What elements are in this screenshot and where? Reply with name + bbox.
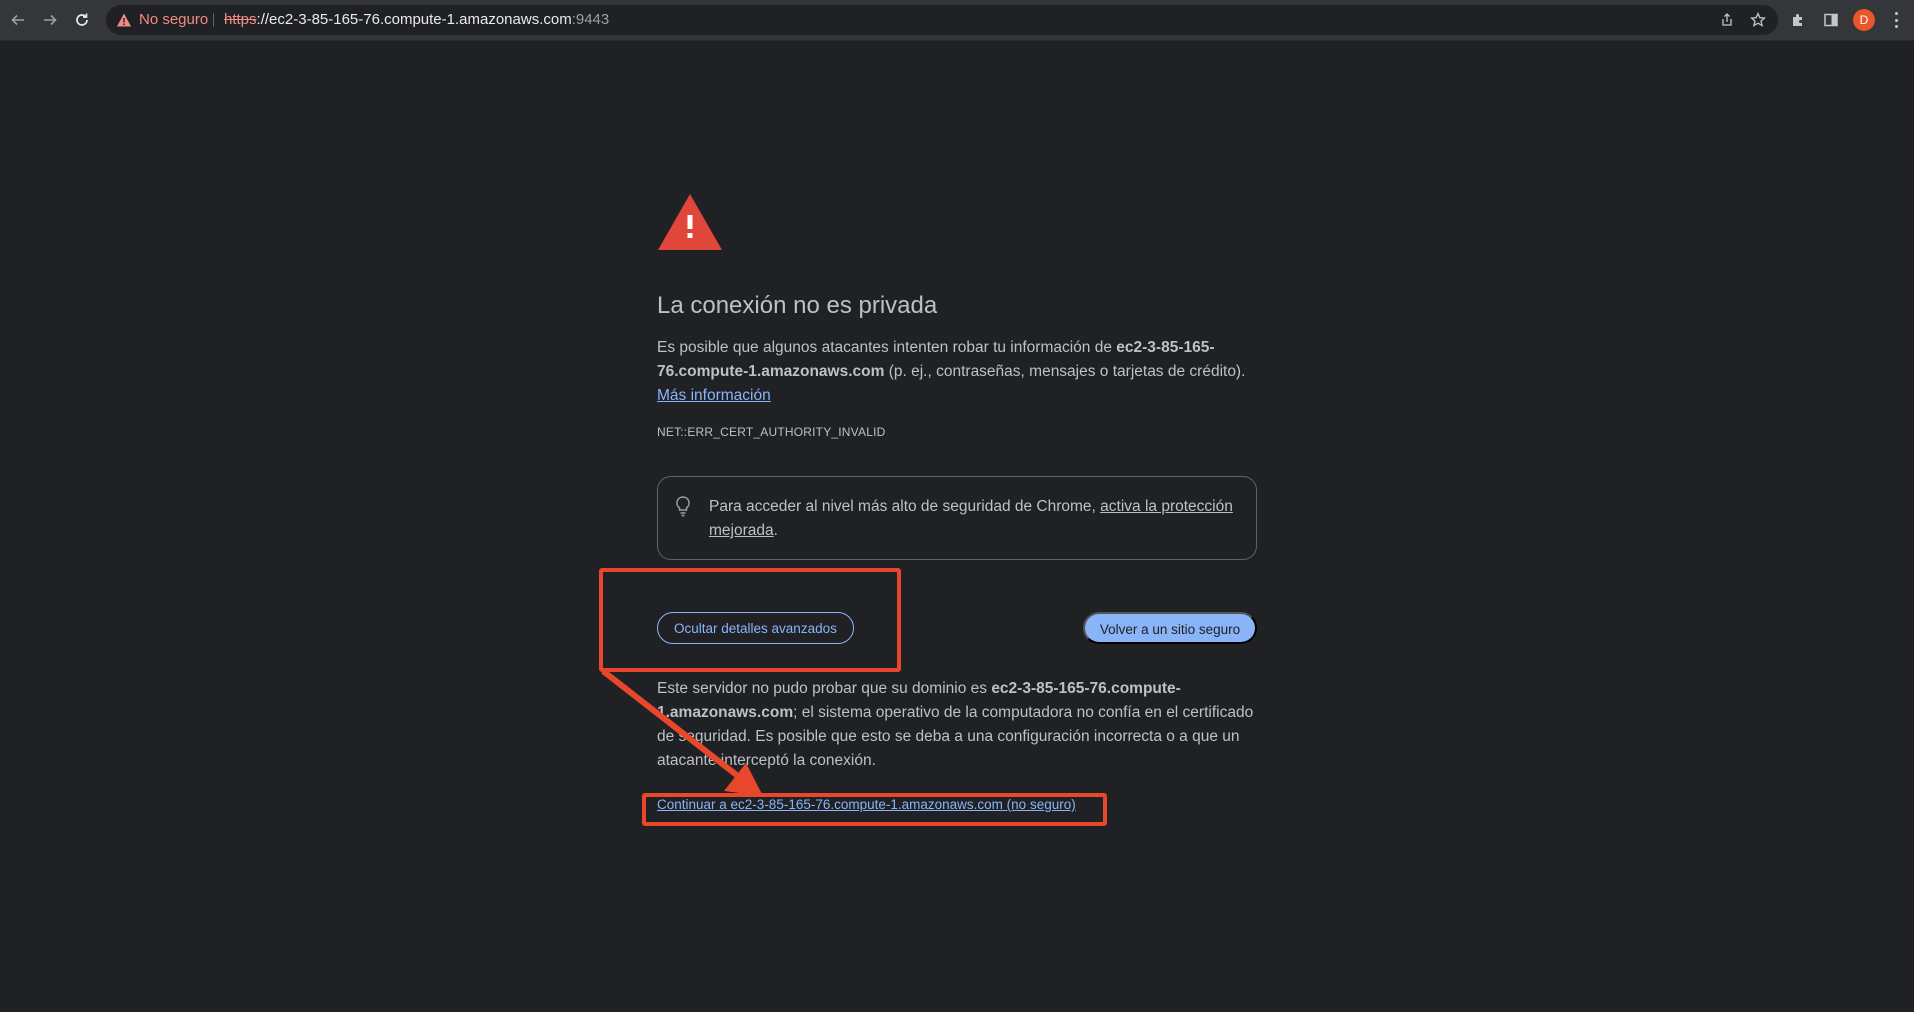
url-scheme: https xyxy=(224,11,257,28)
tip-text-start: Para acceder al nivel más alto de seguri… xyxy=(709,498,1101,515)
intro-text-end: (p. ej., contraseñas, mensajes o tarjeta… xyxy=(884,363,1246,380)
side-panel-icon[interactable] xyxy=(1820,9,1842,31)
more-info-link[interactable]: Más información xyxy=(657,387,771,404)
bookmark-star-icon[interactable] xyxy=(1749,11,1767,29)
profile-avatar[interactable]: D xyxy=(1853,9,1875,31)
details-text-start: Este servidor no pudo probar que su domi… xyxy=(657,680,992,697)
tip-text: Para acceder al nivel más alto de seguri… xyxy=(709,495,1239,543)
page-title: La conexión no es privada xyxy=(657,292,938,319)
details-paragraph: Este servidor no pudo probar que su domi… xyxy=(657,677,1257,773)
extensions-puzzle-icon[interactable] xyxy=(1787,9,1809,31)
back-to-safety-button[interactable]: Volver a un sitio seguro xyxy=(1083,612,1257,644)
reload-icon xyxy=(76,13,88,26)
error-code: NET::ERR_CERT_AUTHORITY_INVALID xyxy=(657,425,886,439)
interstitial-page: La conexión no es privada Es posible que… xyxy=(0,41,1914,1012)
forward-button[interactable] xyxy=(38,8,62,32)
tip-text-end: . xyxy=(773,522,778,539)
url-separator: :// xyxy=(256,11,270,28)
not-secure-label[interactable]: No seguro xyxy=(139,11,208,28)
annotation-box-proceed-link xyxy=(642,793,1107,826)
url-text[interactable]: https://ec2-3-85-165-76.compute-1.amazon… xyxy=(224,11,609,28)
lightbulb-icon xyxy=(676,496,690,517)
kebab-menu-icon[interactable] xyxy=(1889,10,1903,30)
reload-button[interactable] xyxy=(70,8,94,32)
arrow-right-icon xyxy=(44,14,57,26)
intro-text-start: Es posible que algunos atacantes intente… xyxy=(657,339,1117,356)
enhanced-protection-tip: Para acceder al nivel más alto de seguri… xyxy=(657,476,1257,560)
warning-triangle-icon[interactable] xyxy=(116,12,132,28)
arrow-left-icon xyxy=(11,14,24,26)
browser-toolbar: No seguro https://ec2-3-85-165-76.comput… xyxy=(0,0,1914,41)
annotation-box-hide-details xyxy=(599,568,901,672)
large-warning-triangle-icon xyxy=(658,194,722,250)
address-bar[interactable]: No seguro https://ec2-3-85-165-76.comput… xyxy=(106,5,1778,35)
share-icon[interactable] xyxy=(1718,11,1736,29)
omnibox-divider xyxy=(213,13,214,27)
url-host: ec2-3-85-165-76.compute-1.amazonaws.com xyxy=(269,11,572,28)
url-port: :9443 xyxy=(571,11,610,28)
back-button[interactable] xyxy=(6,8,30,32)
intro-paragraph: Es posible que algunos atacantes intente… xyxy=(657,336,1257,408)
